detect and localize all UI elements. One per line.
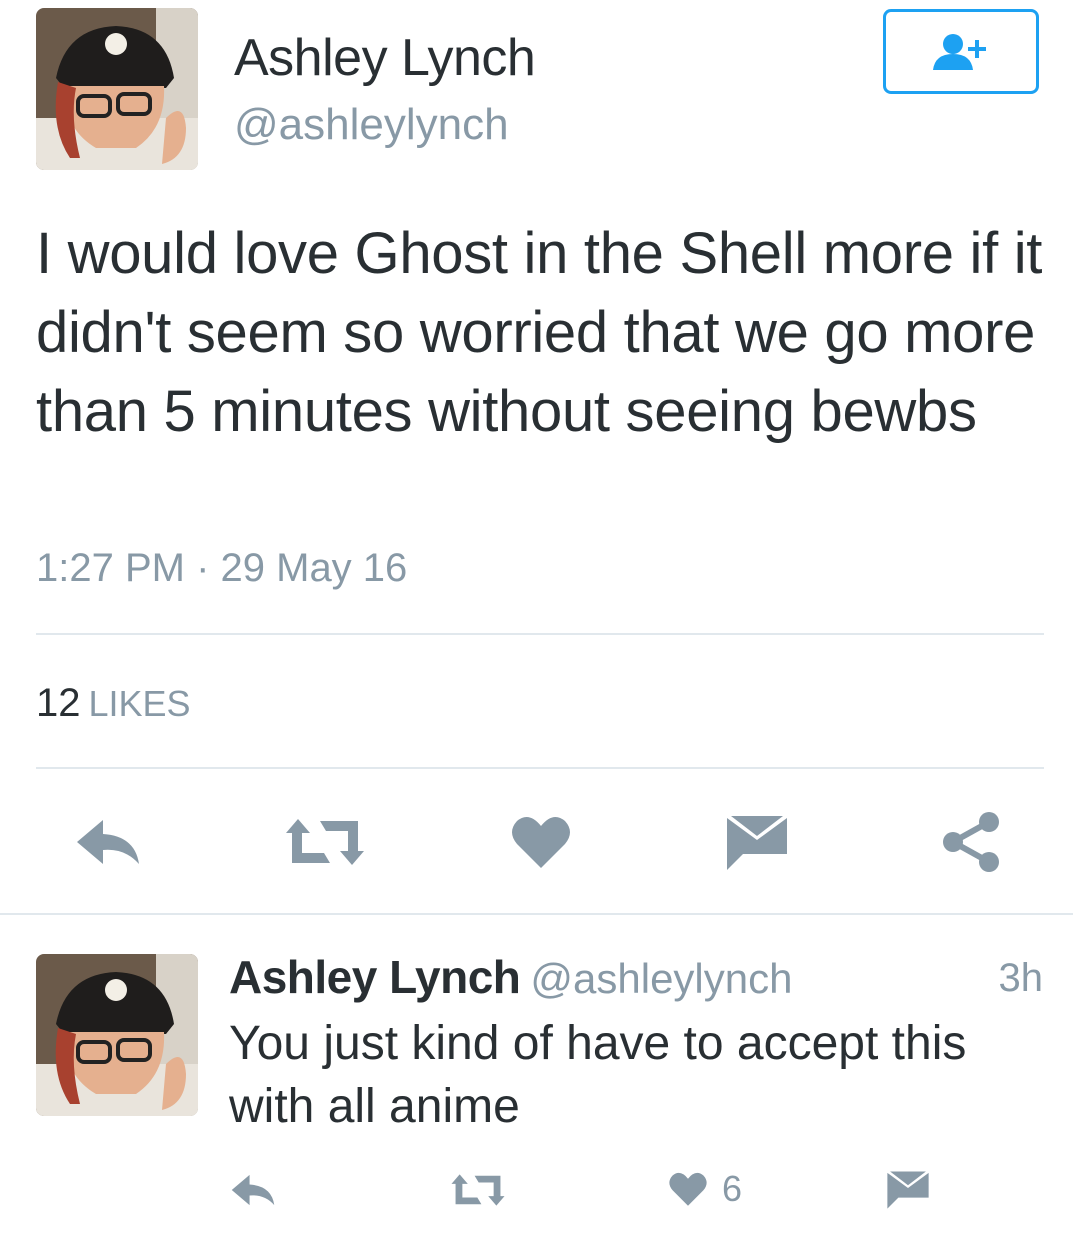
reply-like-button[interactable]: 6 <box>668 1166 742 1212</box>
direct-message-button[interactable] <box>724 812 790 874</box>
reply-time[interactable]: 3h <box>999 956 1044 1001</box>
reply-direct-message-button[interactable] <box>884 1168 932 1212</box>
reply-text: You just kind of have to accept this wit… <box>229 1017 967 1133</box>
follow-user-icon <box>933 33 986 70</box>
author-avatar[interactable] <box>36 8 198 170</box>
retweet-icon <box>286 819 364 865</box>
divider <box>36 767 1044 769</box>
reply-author-avatar[interactable] <box>36 954 198 1116</box>
avatar-photo <box>36 8 198 170</box>
author-name[interactable]: Ashley Lynch <box>234 28 536 88</box>
reply-button[interactable] <box>72 812 144 872</box>
direct-message-icon <box>727 816 787 870</box>
share-button[interactable] <box>940 810 1002 874</box>
likes-count: 12 <box>36 681 81 725</box>
reply-icon <box>77 820 139 864</box>
retweet-icon <box>451 1174 505 1206</box>
divider <box>0 913 1073 915</box>
tweet-timestamp[interactable]: 1:27 PM · 29 May 16 <box>36 546 407 591</box>
tweet-text: I would love Ghost in the Shell more if … <box>36 221 1043 444</box>
reply-author-name[interactable]: Ashley Lynch <box>229 951 521 1003</box>
like-icon <box>669 1172 707 1206</box>
avatar-photo <box>36 954 198 1116</box>
reply-likes-count: 6 <box>722 1168 743 1209</box>
author-handle[interactable]: @ashleylynch <box>234 100 509 150</box>
retweet-button[interactable] <box>283 812 367 872</box>
reply-header: Ashley Lynch @ashleylynch <box>229 950 792 1004</box>
like-button[interactable] <box>510 812 572 872</box>
likes-label: LIKES <box>88 683 191 724</box>
share-icon <box>943 812 999 872</box>
reply-author-handle[interactable]: @ashleylynch <box>530 955 792 1002</box>
like-icon <box>512 817 570 868</box>
follow-button[interactable] <box>883 9 1039 94</box>
likes-stat[interactable]: 12 LIKES <box>36 681 191 726</box>
reply-icon <box>231 1174 275 1206</box>
direct-message-icon <box>887 1171 929 1209</box>
divider <box>36 633 1044 635</box>
reply-retweet-button[interactable] <box>448 1170 508 1210</box>
reply-reply-button[interactable] <box>228 1170 278 1210</box>
